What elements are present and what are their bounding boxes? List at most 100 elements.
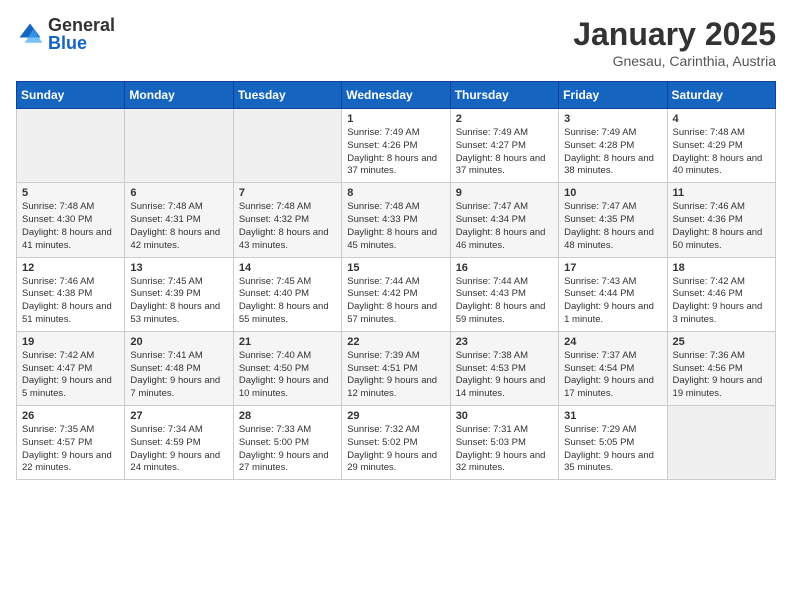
location-text: Gnesau, Carinthia, Austria [573,53,776,69]
column-header-tuesday: Tuesday [233,82,341,109]
day-number: 27 [130,410,227,422]
logo-icon [16,20,44,48]
day-info: Sunrise: 7:33 AM Sunset: 5:00 PM Dayligh… [239,424,336,475]
day-number: 7 [239,187,336,199]
day-info: Sunrise: 7:43 AM Sunset: 4:44 PM Dayligh… [564,276,661,327]
calendar-cell: 27 Sunrise: 7:34 AM Sunset: 4:59 PM Dayli… [125,406,233,480]
day-number: 17 [564,262,661,274]
calendar-cell: 29 Sunrise: 7:32 AM Sunset: 5:02 PM Dayli… [342,406,450,480]
day-info: Sunrise: 7:29 AM Sunset: 5:05 PM Dayligh… [564,424,661,475]
day-info: Sunrise: 7:48 AM Sunset: 4:33 PM Dayligh… [347,201,444,252]
calendar-cell: 11Sunrise: 7:46 AM Sunset: 4:36 PM Dayli… [667,183,775,257]
day-number: 19 [22,336,119,348]
day-info: Sunrise: 7:39 AM Sunset: 4:51 PM Dayligh… [347,350,444,401]
calendar-cell: 12Sunrise: 7:46 AM Sunset: 4:38 PM Dayli… [17,257,125,331]
calendar-cell: 1 Sunrise: 7:49 AM Sunset: 4:26 PM Daylig… [342,109,450,183]
day-number: 2 [456,113,553,125]
calendar-cell: 9Sunrise: 7:47 AM Sunset: 4:34 PM Daylig… [450,183,558,257]
day-number: 9 [456,187,553,199]
column-header-wednesday: Wednesday [342,82,450,109]
calendar-cell: 3 Sunrise: 7:49 AM Sunset: 4:28 PM Daylig… [559,109,667,183]
day-info: Sunrise: 7:45 AM Sunset: 4:40 PM Dayligh… [239,276,336,327]
day-info: Sunrise: 7:49 AM Sunset: 4:28 PM Dayligh… [564,127,661,178]
day-number: 13 [130,262,227,274]
logo-blue-text: Blue [48,34,115,52]
calendar-cell: 23 Sunrise: 7:38 AM Sunset: 4:53 PM Dayli… [450,331,558,405]
logo: General Blue [16,16,115,52]
calendar-cell [17,109,125,183]
day-info: Sunrise: 7:46 AM Sunset: 4:38 PM Dayligh… [22,276,119,327]
column-header-saturday: Saturday [667,82,775,109]
calendar-cell: 17 Sunrise: 7:43 AM Sunset: 4:44 PM Dayli… [559,257,667,331]
day-number: 25 [673,336,770,348]
day-number: 24 [564,336,661,348]
calendar-cell [125,109,233,183]
calendar-week-row: 1 Sunrise: 7:49 AM Sunset: 4:26 PM Daylig… [17,109,776,183]
day-info: Sunrise: 7:34 AM Sunset: 4:59 PM Dayligh… [130,424,227,475]
day-info: Sunrise: 7:47 AM Sunset: 4:35 PM Dayligh… [564,201,661,252]
calendar-cell: 24 Sunrise: 7:37 AM Sunset: 4:54 PM Dayli… [559,331,667,405]
day-info: Sunrise: 7:42 AM Sunset: 4:46 PM Dayligh… [673,276,770,327]
day-info: Sunrise: 7:32 AM Sunset: 5:02 PM Dayligh… [347,424,444,475]
calendar-week-row: 26 Sunrise: 7:35 AM Sunset: 4:57 PM Dayli… [17,406,776,480]
calendar-cell: 26 Sunrise: 7:35 AM Sunset: 4:57 PM Dayli… [17,406,125,480]
day-number: 8 [347,187,444,199]
calendar-cell: 31 Sunrise: 7:29 AM Sunset: 5:05 PM Dayli… [559,406,667,480]
day-number: 16 [456,262,553,274]
day-info: Sunrise: 7:31 AM Sunset: 5:03 PM Dayligh… [456,424,553,475]
day-number: 30 [456,410,553,422]
day-info: Sunrise: 7:35 AM Sunset: 4:57 PM Dayligh… [22,424,119,475]
day-number: 14 [239,262,336,274]
calendar-cell: 22Sunrise: 7:39 AM Sunset: 4:51 PM Dayli… [342,331,450,405]
column-header-friday: Friday [559,82,667,109]
calendar-cell: 13Sunrise: 7:45 AM Sunset: 4:39 PM Dayli… [125,257,233,331]
calendar-header-row: SundayMondayTuesdayWednesdayThursdayFrid… [17,82,776,109]
calendar-week-row: 12Sunrise: 7:46 AM Sunset: 4:38 PM Dayli… [17,257,776,331]
day-number: 3 [564,113,661,125]
day-info: Sunrise: 7:38 AM Sunset: 4:53 PM Dayligh… [456,350,553,401]
calendar-cell: 5 Sunrise: 7:48 AM Sunset: 4:30 PM Daylig… [17,183,125,257]
day-info: Sunrise: 7:40 AM Sunset: 4:50 PM Dayligh… [239,350,336,401]
day-number: 18 [673,262,770,274]
calendar-cell: 30 Sunrise: 7:31 AM Sunset: 5:03 PM Dayli… [450,406,558,480]
calendar-cell: 15Sunrise: 7:44 AM Sunset: 4:42 PM Dayli… [342,257,450,331]
day-number: 10 [564,187,661,199]
day-number: 29 [347,410,444,422]
day-number: 20 [130,336,227,348]
day-number: 4 [673,113,770,125]
calendar-cell: 20Sunrise: 7:41 AM Sunset: 4:48 PM Dayli… [125,331,233,405]
column-header-thursday: Thursday [450,82,558,109]
day-info: Sunrise: 7:36 AM Sunset: 4:56 PM Dayligh… [673,350,770,401]
day-number: 5 [22,187,119,199]
day-info: Sunrise: 7:48 AM Sunset: 4:32 PM Dayligh… [239,201,336,252]
calendar-cell [233,109,341,183]
logo-general-text: General [48,16,115,34]
day-number: 21 [239,336,336,348]
day-info: Sunrise: 7:49 AM Sunset: 4:27 PM Dayligh… [456,127,553,178]
day-info: Sunrise: 7:48 AM Sunset: 4:29 PM Dayligh… [673,127,770,178]
day-info: Sunrise: 7:48 AM Sunset: 4:30 PM Dayligh… [22,201,119,252]
calendar-cell: 25 Sunrise: 7:36 AM Sunset: 4:56 PM Dayli… [667,331,775,405]
day-number: 26 [22,410,119,422]
calendar-cell: 16 Sunrise: 7:44 AM Sunset: 4:43 PM Dayli… [450,257,558,331]
day-info: Sunrise: 7:42 AM Sunset: 4:47 PM Dayligh… [22,350,119,401]
day-info: Sunrise: 7:44 AM Sunset: 4:43 PM Dayligh… [456,276,553,327]
calendar-cell: 6 Sunrise: 7:48 AM Sunset: 4:31 PM Daylig… [125,183,233,257]
calendar-table: SundayMondayTuesdayWednesdayThursdayFrid… [16,81,776,480]
day-number: 31 [564,410,661,422]
calendar-cell: 18 Sunrise: 7:42 AM Sunset: 4:46 PM Dayli… [667,257,775,331]
day-number: 28 [239,410,336,422]
calendar-week-row: 5 Sunrise: 7:48 AM Sunset: 4:30 PM Daylig… [17,183,776,257]
calendar-cell: 28 Sunrise: 7:33 AM Sunset: 5:00 PM Dayli… [233,406,341,480]
calendar-cell: 7 Sunrise: 7:48 AM Sunset: 4:32 PM Daylig… [233,183,341,257]
day-number: 11 [673,187,770,199]
day-number: 1 [347,113,444,125]
day-info: Sunrise: 7:48 AM Sunset: 4:31 PM Dayligh… [130,201,227,252]
calendar-cell: 14 Sunrise: 7:45 AM Sunset: 4:40 PM Dayli… [233,257,341,331]
day-info: Sunrise: 7:49 AM Sunset: 4:26 PM Dayligh… [347,127,444,178]
calendar-cell: 19 Sunrise: 7:42 AM Sunset: 4:47 PM Dayli… [17,331,125,405]
day-number: 6 [130,187,227,199]
day-info: Sunrise: 7:37 AM Sunset: 4:54 PM Dayligh… [564,350,661,401]
month-title: January 2025 [573,16,776,53]
day-number: 23 [456,336,553,348]
